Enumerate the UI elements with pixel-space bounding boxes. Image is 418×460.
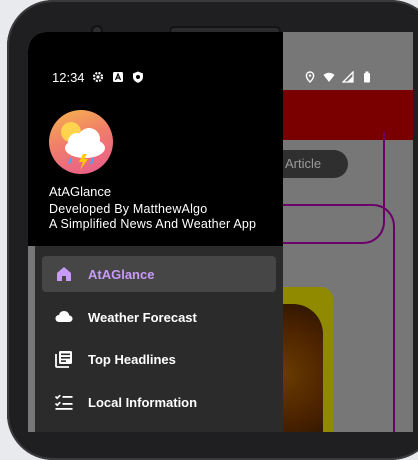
status-time: 12:34 [52,70,85,85]
drawer-developer: Developed By MatthewAlgo [49,202,208,216]
drawer-header: AtAGlance Developed By MatthewAlgo A Sim… [28,32,283,246]
news-icon [55,351,72,368]
checklist-icon [54,394,73,410]
signal-icon [342,71,354,83]
status-bar: 12:34 [28,68,413,88]
nav-item-label: AtAGlance [88,266,155,282]
shield-icon [133,71,143,83]
nav-item-top-headlines[interactable]: Top Headlines [42,341,276,377]
nav-item-label: Local Information [88,394,198,410]
home-icon [57,267,71,281]
drawer-tagline: A Simplified News And Weather App [49,217,257,231]
font-a-icon [113,72,123,82]
drawer-app-name: AtAGlance [49,184,112,199]
nav-item-label: Weather Forecast [88,309,197,325]
gear-icon [92,71,104,83]
navigation-drawer: AtAGlance Weather Forecast Top Headlines… [35,246,283,432]
cloud-icon [55,311,73,322]
nav-item-weather-forecast[interactable]: Weather Forecast [42,299,276,335]
wifi-icon [323,72,335,82]
battery-icon [364,71,370,83]
app-logo [49,110,113,174]
screen: Article AtAGlance Developed By MatthewAl… [28,32,413,432]
card-image [283,304,323,432]
nav-item-ataglance[interactable]: AtAGlance [42,256,276,292]
location-icon [305,71,315,83]
nav-item-label: Top Headlines [88,351,176,367]
nav-item-local-information[interactable]: Local Information [42,384,276,420]
